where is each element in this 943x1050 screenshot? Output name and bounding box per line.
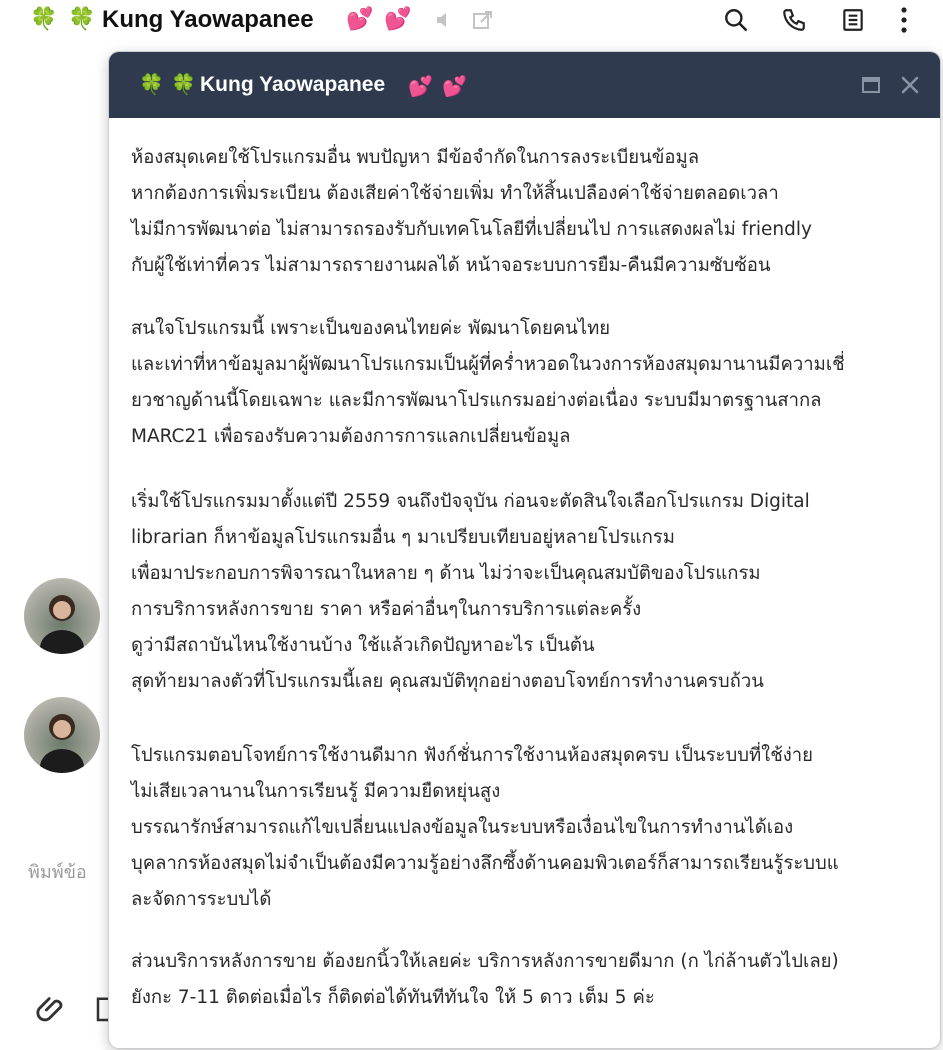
text-line: ยวชาญด้านนี้โดยเฉพาะ และมีการพัฒนาโปรแกร… (131, 390, 822, 411)
speaker-icon[interactable] (427, 2, 463, 38)
text-line: บรรณารักษ์สามารถแก้ไขเปลี่ยนแปลงข้อมูลใน… (131, 817, 794, 838)
avatar[interactable] (24, 697, 100, 773)
text-line: และเท่าที่หาข้อมูลมาผู้พัฒนาโปรแกรมเป็นผ… (131, 354, 845, 375)
text-line: หากต้องการเพิ่มระเบียน ต้องเสียค่าใช้จ่า… (131, 183, 779, 204)
chat-header: 🍀 🍀 Kung Yaowapanee 💕 💕 (0, 0, 943, 42)
text-line: ยังกะ 7-11 ติดต่อเมื่อไร ก็ติดต่อได้ทันท… (131, 987, 655, 1008)
clover-icon: 🍀 (30, 7, 58, 32)
text-line: บุคลากรห้องสมุดไม่จำเป็นต้องมีความรู้อย่… (131, 853, 839, 874)
popup-header: 🍀 🍀 Kung Yaowapanee 💕 💕 (109, 52, 940, 118)
paragraph: เริ่มใช้โปรแกรมมาตั้งแต่ปี 2559 จนถึงปัจ… (131, 484, 810, 700)
phone-icon[interactable] (776, 2, 812, 38)
paragraph: สนใจโปรแกรมนี้ เพราะเป็นของคนไทยค่ะ พัฒน… (131, 311, 845, 455)
message-popup: 🍀 🍀 Kung Yaowapanee 💕 💕 ห้องสมุดเคยใช้โป… (109, 52, 940, 1048)
popout-icon[interactable] (465, 2, 501, 38)
message-input-placeholder[interactable]: พิมพ์ข้อ (28, 857, 87, 886)
text-line: MARC21 เพื่อรองรับความต้องการการแลกเปลี่… (131, 426, 571, 447)
text-line: ไม่มีการพัฒนาต่อ ไม่สามารถรองรับกับเทคโน… (131, 219, 812, 240)
paragraph: ส่วนบริการหลังการขาย ต้องยกนิ้วให้เลยค่ะ… (131, 944, 839, 1016)
avatar[interactable] (24, 578, 100, 654)
attach-icon[interactable] (32, 990, 72, 1030)
text-line: การบริการหลังการขาย ราคา หรือค่าอื่นๆในก… (131, 599, 642, 620)
text-line: ละจัดการระบบได้ (131, 889, 272, 910)
heart-icon: 💕 (346, 7, 374, 32)
clover-icon: 🍀 (171, 72, 196, 96)
close-icon[interactable] (897, 72, 923, 98)
popup-title: Kung Yaowapanee (200, 73, 386, 96)
text-line: โปรแกรมตอบโจทย์การใช้งานดีมาก ฟังก์ชั่นก… (131, 745, 814, 766)
heart-icon: 💕 (408, 74, 433, 98)
chat-title[interactable]: Kung Yaowapanee (102, 4, 314, 36)
notes-icon[interactable] (835, 2, 871, 38)
text-line: librarian ก็หาข้อมูลโปรแกรมอื่น ๆ มาเปรี… (131, 527, 675, 548)
text-line: ไม่เสียเวลานานในการเรียนรู้ มีความยืดหยุ… (131, 781, 501, 802)
paragraph: ห้องสมุดเคยใช้โปรแกรมอื่น พบปัญหา มีข้อจ… (131, 140, 812, 284)
text-line: ห้องสมุดเคยใช้โปรแกรมอื่น พบปัญหา มีข้อจ… (131, 147, 700, 168)
more-icon[interactable] (886, 2, 922, 38)
text-line: สนใจโปรแกรมนี้ เพราะเป็นของคนไทยค่ะ พัฒน… (131, 318, 611, 339)
clover-icon: 🍀 (68, 7, 96, 32)
text-line: เพื่อมาประกอบการพิจารณาในหลาย ๆ ด้าน ไม่… (131, 563, 761, 584)
paragraph: โปรแกรมตอบโจทย์การใช้งานดีมาก ฟังก์ชั่นก… (131, 738, 839, 918)
search-icon[interactable] (718, 2, 754, 38)
text-line: ดูว่ามีสถาบันไหนใช้งานบ้าง ใช้แล้วเกิดปั… (131, 635, 595, 656)
text-line: สุดท้ายมาลงตัวที่โปรแกรมนี้เลย คุณสมบัติ… (131, 671, 764, 692)
text-line: กับผู้ใช้เท่าที่ควร ไม่สามารถรายงานผลได้… (131, 255, 771, 276)
text-line: เริ่มใช้โปรแกรมมาตั้งแต่ปี 2559 จนถึงปัจ… (131, 491, 810, 512)
heart-icon: 💕 (384, 7, 412, 32)
clover-icon: 🍀 (139, 72, 164, 96)
heart-icon: 💕 (442, 74, 467, 98)
minimize-icon[interactable] (858, 72, 884, 98)
text-line: ส่วนบริการหลังการขาย ต้องยกนิ้วให้เลยค่ะ… (131, 951, 839, 972)
